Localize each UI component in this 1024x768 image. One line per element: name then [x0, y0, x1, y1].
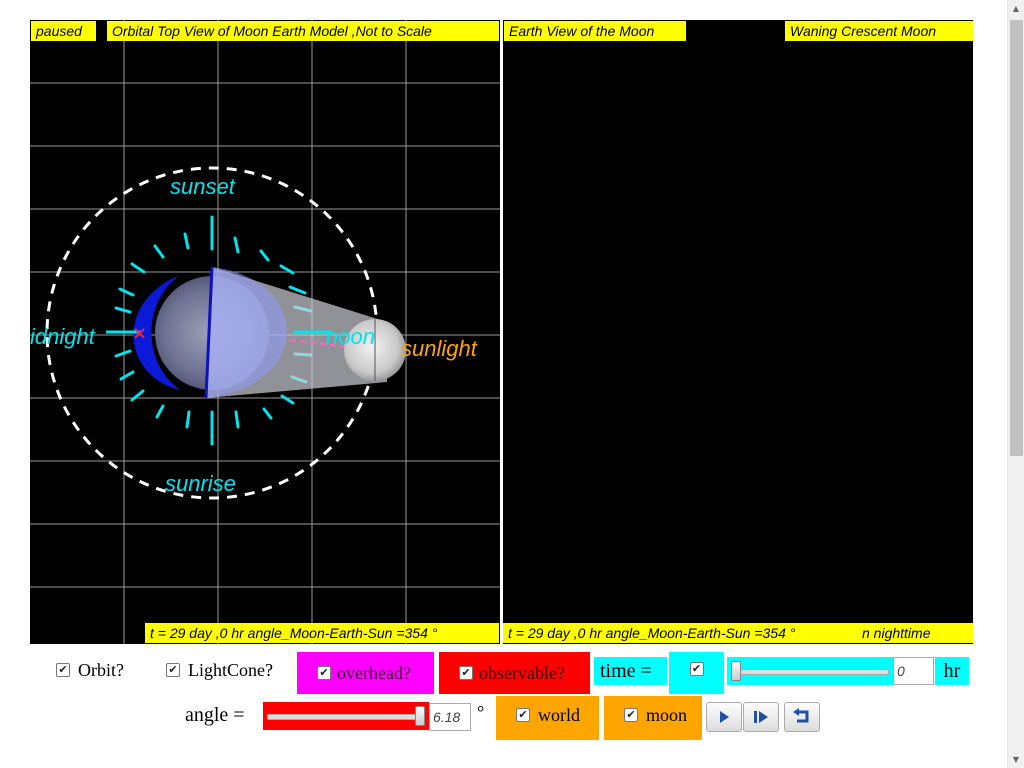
angle-value-field[interactable]: 6.18 — [429, 703, 471, 731]
checkbox-icon[interactable]: ✔ — [624, 708, 638, 722]
angle-slider[interactable] — [263, 702, 429, 730]
reset-button[interactable] — [784, 702, 820, 732]
view-title: Earth View of the Moon — [504, 21, 686, 41]
view-title: Orbital Top View of Moon Earth Model ,No… — [107, 21, 499, 41]
angle-label-box: angle = — [185, 700, 245, 730]
step-button[interactable] — [743, 702, 779, 732]
world-label: world — [538, 705, 580, 725]
checkbox-icon[interactable]: ✔ — [459, 666, 473, 680]
period-label: n nighttime — [857, 623, 973, 643]
time-angle-readout: t = 29 day ,0 hr angle_Moon-Earth-Sun =3… — [503, 623, 857, 643]
overhead-label: overhead? — [337, 662, 411, 683]
time-slider-thumb[interactable] — [731, 661, 741, 681]
time-value-field[interactable]: 0 — [893, 657, 934, 685]
orbital-view-canvas: × — [30, 20, 500, 644]
angle-slider-thumb[interactable] — [415, 706, 425, 726]
checkbox-icon[interactable]: ✔ — [516, 708, 530, 722]
orbit-toggle[interactable]: ✔ Orbit? — [50, 652, 124, 688]
time-unit: hr — [943, 659, 961, 682]
noon-label: noon — [326, 324, 375, 349]
angle-unit: ° — [477, 701, 485, 722]
time-unit-box: hr — [935, 657, 969, 685]
sunlight-label: sunlight — [401, 336, 477, 361]
sunset-label: sunset — [170, 174, 235, 199]
play-icon — [720, 711, 729, 723]
overhead-toggle[interactable]: ✔ overhead? — [297, 652, 434, 694]
orbital-top-view[interactable]: × paused Orbital Top View of Moon Earth … — [30, 20, 500, 644]
reset-icon — [793, 708, 809, 723]
time-angle-readout: t = 29 day ,0 hr angle_Moon-Earth-Sun =3… — [145, 623, 499, 643]
page-scrollbar[interactable]: ▲ ▼ — [1007, 0, 1024, 768]
scroll-up-icon[interactable]: ▲ — [1008, 0, 1024, 17]
checkbox-icon[interactable]: ✔ — [317, 666, 331, 680]
checkbox-icon[interactable]: ✔ — [166, 663, 180, 677]
observable-toggle[interactable]: ✔ observable? — [439, 652, 590, 694]
step-icon — [754, 711, 768, 723]
sunrise-label: sunrise — [165, 471, 236, 496]
angle-slider-track — [267, 714, 425, 720]
time-slider[interactable] — [727, 657, 893, 685]
checkbox-icon[interactable]: ✔ — [56, 663, 70, 677]
midnight-label: idnight — [30, 324, 95, 349]
moon-phase-label: Waning Crescent Moon — [785, 21, 973, 41]
time-label-box: time = — [594, 657, 667, 685]
scroll-down-icon[interactable]: ▼ — [1008, 751, 1024, 768]
observer-marker: × — [132, 323, 147, 344]
angle-label: angle = — [185, 703, 245, 726]
time-toggle[interactable]: ✔ — [669, 652, 724, 694]
observable-label: observable? — [479, 662, 565, 683]
time-label: time = — [600, 659, 652, 682]
lightcone-label: LightCone? — [188, 659, 273, 680]
status-label: paused — [31, 21, 96, 41]
checkbox-icon[interactable]: ✔ — [689, 662, 704, 676]
earth-view-of-moon[interactable]: Earth View of the Moon Waning Crescent M… — [503, 20, 973, 644]
time-slider-track — [731, 669, 889, 675]
world-toggle[interactable]: ✔ world — [496, 696, 599, 740]
lightcone-toggle[interactable]: ✔ LightCone? — [160, 652, 273, 688]
moon-toggle[interactable]: ✔ moon — [604, 696, 702, 740]
play-button[interactable] — [706, 702, 742, 732]
moon-label: moon — [646, 705, 688, 725]
orbit-label: Orbit? — [78, 659, 124, 680]
scroll-thumb[interactable] — [1010, 20, 1023, 456]
